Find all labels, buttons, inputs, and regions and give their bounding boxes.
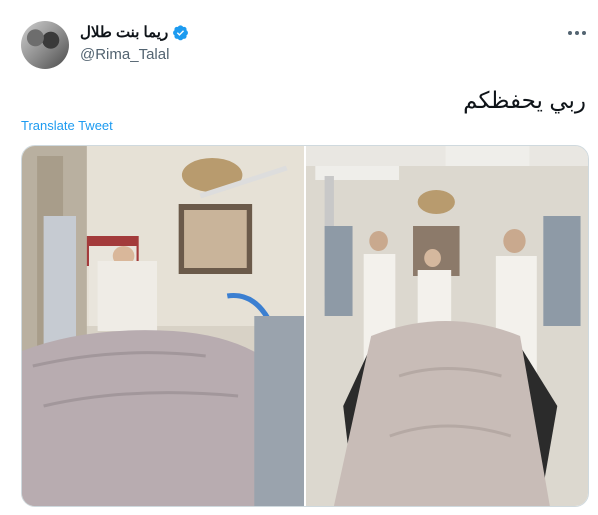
author-display-name[interactable]: ريما بنت طلال [80,23,168,41]
tweet-text: ربي يحفظكم [463,87,586,113]
more-options-icon[interactable] [564,24,590,42]
hospital-photo-left[interactable] [22,146,304,506]
avatar[interactable] [21,21,69,69]
author-handle[interactable]: @Rima_Talal [80,46,169,63]
translate-tweet-link[interactable]: Translate Tweet [21,118,113,133]
tweet-media[interactable] [21,145,589,507]
hospital-photo-right[interactable] [306,146,588,506]
photo-left-illustration [22,146,304,506]
author-name-row[interactable]: ريما بنت طلال [80,23,189,41]
verified-badge-icon [173,24,189,40]
photo-right-illustration [306,146,588,506]
